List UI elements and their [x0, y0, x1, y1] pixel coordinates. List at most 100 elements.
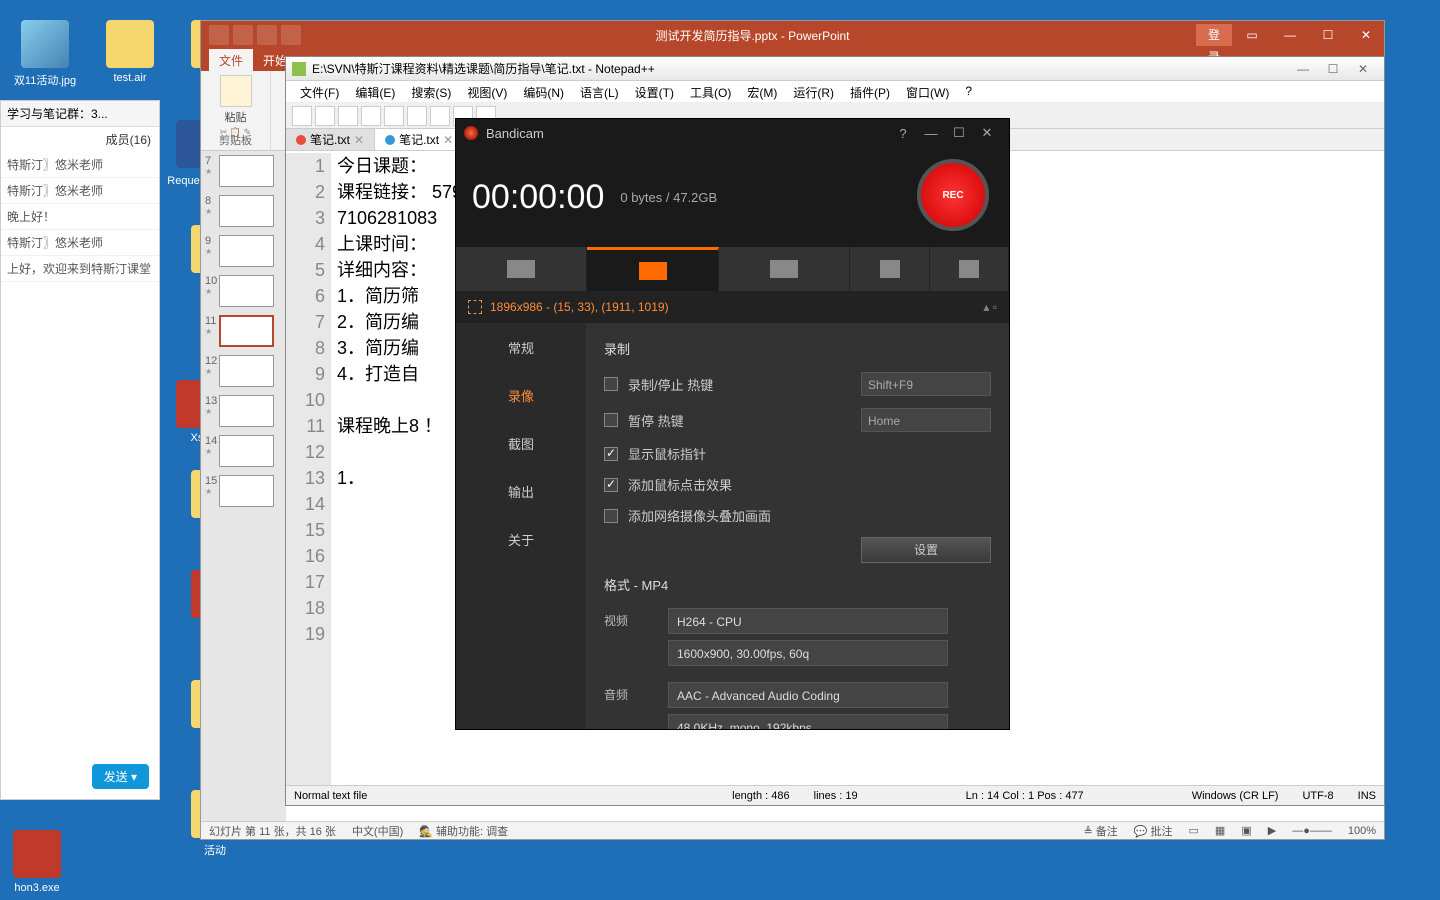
settings-button-1[interactable]: 设置 — [861, 537, 991, 563]
menu-item[interactable]: 文件(F) — [292, 81, 347, 102]
accessibility-indicator[interactable]: 🕵 辅助功能: 调查 — [419, 823, 508, 839]
desktop-icon[interactable]: 双11活动.jpg — [10, 20, 80, 88]
paste-icon[interactable] — [220, 75, 252, 107]
notes-button[interactable]: ≜ 备注 — [1083, 823, 1117, 839]
slide-thumbnail[interactable]: 14★ — [205, 435, 282, 467]
editor-tab[interactable]: 笔记.txt✕ — [286, 129, 375, 150]
paste-label[interactable]: 粘贴 — [201, 109, 270, 125]
slide-thumbnail[interactable]: 15★ — [205, 475, 282, 507]
menu-item[interactable]: 视图(V) — [459, 81, 515, 102]
maximize-icon[interactable]: ☐ — [1310, 24, 1346, 46]
editor-tab[interactable]: 笔记.txt✕ — [375, 129, 464, 150]
open-icon[interactable] — [315, 106, 335, 126]
menu-item[interactable]: 窗口(W) — [898, 81, 957, 102]
view-reading-icon[interactable]: ▣ — [1241, 824, 1251, 837]
redo-icon[interactable] — [257, 25, 277, 45]
slide-thumbnail[interactable]: 12★ — [205, 355, 282, 387]
size-indicator: 0 bytes / 47.2GB — [620, 190, 717, 205]
slide-thumbnail[interactable]: 13★ — [205, 395, 282, 427]
record-button[interactable]: REC — [917, 159, 989, 231]
close-icon[interactable] — [384, 106, 404, 126]
view-sorter-icon[interactable]: ▦ — [1215, 824, 1225, 837]
input-pause-hotkey[interactable]: Home — [861, 408, 991, 432]
checkbox-rec-hotkey[interactable] — [604, 377, 618, 391]
maximize-icon[interactable]: ☐ — [1318, 62, 1348, 76]
sidebar-item[interactable]: 输出 — [456, 467, 586, 515]
save-icon[interactable] — [338, 106, 358, 126]
mode-capture[interactable] — [930, 247, 1009, 291]
video-spec: 1600x900, 30.00fps, 60q — [668, 640, 948, 666]
mode-device[interactable] — [719, 247, 850, 291]
zoom-level[interactable]: 100% — [1348, 825, 1376, 837]
minimize-icon[interactable]: — — [1288, 62, 1318, 76]
menu-item[interactable]: 工具(O) — [682, 81, 739, 102]
save-all-icon[interactable] — [361, 106, 381, 126]
close-icon[interactable]: ✕ — [1348, 62, 1378, 76]
menu-item[interactable]: 语言(L) — [572, 81, 627, 102]
slide-thumbnail[interactable]: 10★ — [205, 275, 282, 307]
bandicam-icon — [464, 126, 478, 140]
view-slideshow-icon[interactable]: ▶ — [1268, 824, 1276, 837]
bandicam-window: Bandicam ? — ☐ ✕ 00:00:00 0 bytes / 47.2… — [455, 118, 1010, 730]
mode-open[interactable] — [850, 247, 929, 291]
checkbox-webcam[interactable] — [604, 509, 618, 523]
tab-file[interactable]: 文件 — [209, 49, 253, 71]
new-icon[interactable] — [292, 106, 312, 126]
slide-thumbnail[interactable]: 8★ — [205, 195, 282, 227]
bandicam-main: 录制 录制/停止 热键 Shift+F9 暂停 热键 Home 显示鼠标指针 添… — [586, 323, 1009, 729]
chat-message: 特斯汀〗悠米老师 — [1, 152, 159, 178]
view-normal-icon[interactable]: ▭ — [1189, 824, 1199, 837]
menu-item[interactable]: 插件(P) — [842, 81, 898, 102]
menu-item[interactable]: 搜索(S) — [403, 81, 459, 102]
help-icon[interactable]: ? — [889, 126, 917, 141]
checkbox-show-cursor[interactable] — [604, 447, 618, 461]
save-icon[interactable] — [209, 25, 229, 45]
screen-icon — [639, 262, 667, 280]
print-icon[interactable] — [407, 106, 427, 126]
expand-icon[interactable]: ▴ ▫ — [983, 300, 997, 314]
tab-close-icon[interactable]: ✕ — [354, 133, 364, 147]
menu-item[interactable]: ? — [957, 81, 980, 102]
label-click-effect: 添加鼠标点击效果 — [628, 475, 732, 494]
close-icon[interactable]: ✕ — [1348, 24, 1384, 46]
menu-item[interactable]: 宏(M) — [739, 81, 785, 102]
desktop-icon[interactable]: test.air — [95, 20, 165, 84]
input-rec-hotkey[interactable]: Shift+F9 — [861, 372, 991, 396]
checkbox-click-effect[interactable] — [604, 478, 618, 492]
file-type: Normal text file — [294, 790, 367, 802]
undo-icon[interactable] — [233, 25, 253, 45]
maximize-icon[interactable]: ☐ — [945, 125, 973, 141]
comments-button[interactable]: 💬 批注 — [1134, 823, 1173, 839]
slide-thumbnail[interactable]: 9★ — [205, 235, 282, 267]
menu-item[interactable]: 编码(N) — [515, 81, 572, 102]
cut-icon[interactable] — [430, 106, 450, 126]
menu-item[interactable]: 编辑(E) — [347, 81, 403, 102]
sidebar-item[interactable]: 录像 — [456, 371, 586, 419]
region-bar[interactable]: 1896x986 - (15, 33), (1911, 1019) ▴ ▫ — [456, 291, 1009, 323]
slides-pane[interactable]: 7★ 8★ 9★ 10★ 11★ 12★ 13★ 14★ 15★ — [201, 151, 286, 821]
close-icon[interactable]: ✕ — [973, 125, 1001, 141]
minimize-icon[interactable]: — — [917, 126, 945, 141]
bandicam-title: Bandicam — [486, 126, 544, 141]
slideshow-icon[interactable] — [281, 25, 301, 45]
chat-send-button[interactable]: 发送 ▾ — [92, 764, 149, 789]
zoom-slider[interactable]: —●—— — [1292, 825, 1332, 837]
sidebar-item[interactable]: 常规 — [456, 323, 586, 371]
login-button[interactable]: 登录 — [1196, 24, 1232, 46]
slide-thumbnail[interactable]: 11★ — [205, 315, 282, 347]
mode-game[interactable] — [456, 247, 587, 291]
language-indicator[interactable]: 中文(中国) — [352, 823, 403, 839]
audio-codec: AAC - Advanced Audio Coding — [668, 682, 948, 708]
chat-members[interactable]: 成员(16) — [1, 127, 159, 152]
ribbon-options-icon[interactable]: ▭ — [1234, 24, 1270, 46]
sidebar-item[interactable]: 关于 — [456, 515, 586, 563]
menu-item[interactable]: 设置(T) — [627, 81, 682, 102]
slide-thumbnail[interactable]: 7★ — [205, 155, 282, 187]
menu-item[interactable]: 运行(R) — [785, 81, 842, 102]
sidebar-item[interactable]: 截图 — [456, 419, 586, 467]
mode-screen[interactable] — [587, 247, 718, 291]
checkbox-pause-hotkey[interactable] — [604, 413, 618, 427]
minimize-icon[interactable]: — — [1272, 24, 1308, 46]
tab-close-icon[interactable]: ✕ — [443, 133, 453, 147]
desktop-icon[interactable]: hon3.exe — [2, 830, 72, 894]
